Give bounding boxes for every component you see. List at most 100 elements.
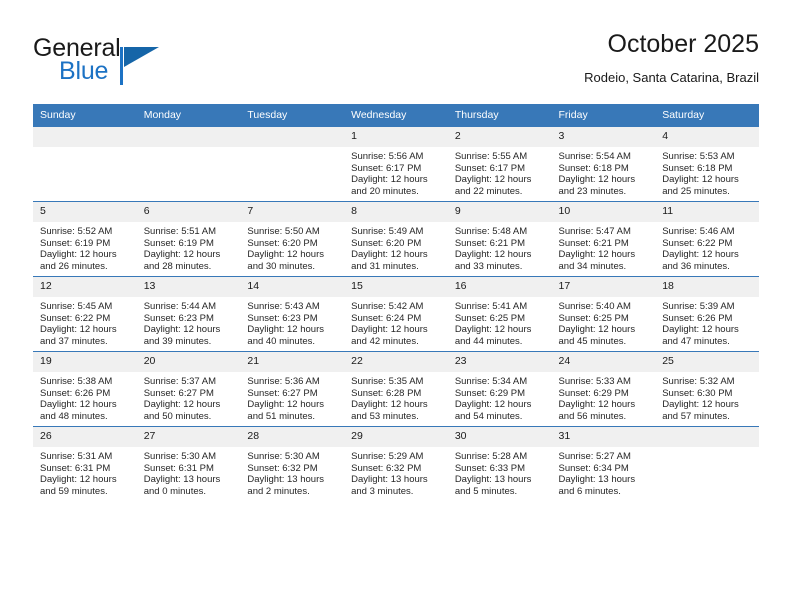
sunset-text: Sunset: 6:25 PM [558,312,629,324]
day-details: Sunrise: 5:47 AM Sunset: 6:21 PM Daylight:… [552,222,656,272]
calendar-day-cell[interactable]: 30 Sunrise: 5:28 AM Sunset: 6:33 PM Dayligh… [447,426,552,501]
sunset-text: Sunset: 6:23 PM [247,312,318,324]
weekday-header-monday: Monday [136,104,241,127]
calendar-day-cell[interactable]: 13 Sunrise: 5:44 AM Sunset: 6:23 PM Dayligh… [136,276,241,352]
calendar-day-cell[interactable]: 6 Sunrise: 5:51 AM Sunset: 6:19 PM Daylight… [136,201,241,277]
calendar-day-cell[interactable]: 7 Sunrise: 5:50 AM Sunset: 6:20 PM Daylight… [240,201,345,277]
daylight-text: Daylight: 13 hours and 0 minutes. [143,474,221,497]
day-number: 29 [344,427,448,447]
calendar-day-cell[interactable]: 22 Sunrise: 5:35 AM Sunset: 6:28 PM Dayligh… [344,351,448,427]
logo-word-blue: Blue [59,57,109,85]
sunrise-text: Sunrise: 5:45 AM [40,301,113,312]
calendar-day-cell[interactable]: 16 Sunrise: 5:41 AM Sunset: 6:25 PM Dayligh… [447,276,552,352]
day-details: Sunrise: 5:54 AM Sunset: 6:18 PM Daylight:… [552,147,656,197]
calendar-day-cell[interactable]: 26 Sunrise: 5:31 AM Sunset: 6:31 PM Dayligh… [33,426,137,501]
sunset-text: Sunset: 6:24 PM [351,312,422,324]
sunset-text: Sunset: 6:21 PM [454,237,526,249]
calendar-day-cell[interactable]: 25 Sunrise: 5:32 AM Sunset: 6:30 PM Dayligh… [655,351,759,427]
day-details: Sunrise: 5:30 AM Sunset: 6:32 PM Daylight:… [240,447,344,497]
sunrise-text: Sunrise: 5:48 AM [454,226,528,237]
sunset-text: Sunset: 6:26 PM [662,312,733,324]
calendar-day-cell[interactable]: 5 Sunrise: 5:52 AM Sunset: 6:19 PM Daylight… [33,201,137,277]
day-number: 7 [240,202,345,222]
calendar-day-cell[interactable]: 27 Sunrise: 5:30 AM Sunset: 6:31 PM Dayligh… [136,426,241,501]
sunrise-text: Sunrise: 5:39 AM [662,301,735,312]
sunset-text: Sunset: 6:19 PM [143,237,214,249]
sunset-text: Sunset: 6:18 PM [662,162,733,174]
calendar-day-cell-empty [33,126,137,202]
sunset-text: Sunset: 6:27 PM [143,387,214,399]
calendar-day-cell[interactable]: 9 Sunrise: 5:48 AM Sunset: 6:21 PM Daylight… [447,201,552,277]
sunset-text: Sunset: 6:20 PM [351,237,422,249]
sunset-text: Sunset: 6:33 PM [454,462,526,474]
general-blue-logo[interactable]: General Blue [33,34,263,90]
sunrise-text: Sunrise: 5:54 AM [558,151,631,162]
sunrise-text: Sunrise: 5:49 AM [351,226,424,237]
calendar-day-cell[interactable]: 1 Sunrise: 5:56 AM Sunset: 6:17 PM Daylight… [344,126,448,202]
day-number: 14 [240,277,345,297]
day-number: 22 [344,352,448,372]
sunset-text: Sunset: 6:22 PM [662,237,733,249]
daylight-text: Daylight: 12 hours and 23 minutes. [558,174,636,197]
day-number: 8 [344,202,448,222]
daylight-text: Daylight: 13 hours and 5 minutes. [454,474,532,497]
day-details: Sunrise: 5:29 AM Sunset: 6:32 PM Daylight:… [344,447,448,497]
sunrise-text: Sunrise: 5:33 AM [558,376,631,387]
calendar-day-cell[interactable]: 10 Sunrise: 5:47 AM Sunset: 6:21 PM Dayligh… [551,201,656,277]
calendar-day-cell[interactable]: 29 Sunrise: 5:29 AM Sunset: 6:32 PM Dayligh… [344,426,448,501]
daylight-text: Daylight: 12 hours and 54 minutes. [454,399,532,422]
day-details: Sunrise: 5:40 AM Sunset: 6:25 PM Daylight:… [552,297,656,347]
sunrise-text: Sunrise: 5:44 AM [143,301,217,312]
calendar-day-cell[interactable]: 31 Sunrise: 5:27 AM Sunset: 6:34 PM Dayligh… [551,426,656,501]
calendar-day-cell[interactable]: 20 Sunrise: 5:37 AM Sunset: 6:27 PM Dayligh… [136,351,241,427]
calendar-day-cell[interactable]: 24 Sunrise: 5:33 AM Sunset: 6:29 PM Dayligh… [551,351,656,427]
sunset-text: Sunset: 6:31 PM [143,462,214,474]
day-details: Sunrise: 5:45 AM Sunset: 6:22 PM Daylight:… [33,297,137,347]
calendar-day-cell[interactable]: 28 Sunrise: 5:30 AM Sunset: 6:32 PM Dayligh… [240,426,345,501]
sunrise-text: Sunrise: 5:55 AM [454,151,528,162]
calendar-day-cell[interactable]: 3 Sunrise: 5:54 AM Sunset: 6:18 PM Daylight… [551,126,656,202]
calendar-day-cell[interactable]: 15 Sunrise: 5:42 AM Sunset: 6:24 PM Dayligh… [344,276,448,352]
sunset-text: Sunset: 6:18 PM [558,162,629,174]
calendar-week-row: 1 Sunrise: 5:56 AM Sunset: 6:17 PM Daylight… [33,126,759,202]
calendar-body: 1 Sunrise: 5:56 AM Sunset: 6:17 PM Daylight… [33,126,759,501]
daylight-text: Daylight: 12 hours and 28 minutes. [143,249,221,272]
daylight-text: Daylight: 12 hours and 59 minutes. [40,474,117,497]
calendar-day-cell[interactable]: 8 Sunrise: 5:49 AM Sunset: 6:20 PM Daylight… [344,201,448,277]
day-number: 10 [551,202,656,222]
sunset-text: Sunset: 6:22 PM [40,312,111,324]
sunrise-text: Sunrise: 5:37 AM [143,376,217,387]
triangle-flag-icon [124,47,159,67]
sunrise-text: Sunrise: 5:53 AM [662,151,735,162]
day-details: Sunrise: 5:39 AM Sunset: 6:26 PM Daylight:… [655,297,759,347]
calendar-day-cell[interactable]: 17 Sunrise: 5:40 AM Sunset: 6:25 PM Dayligh… [551,276,656,352]
calendar-day-cell[interactable]: 21 Sunrise: 5:36 AM Sunset: 6:27 PM Dayligh… [240,351,345,427]
calendar-day-cell-empty [655,426,759,501]
daylight-text: Daylight: 12 hours and 50 minutes. [143,399,221,422]
sunset-text: Sunset: 6:23 PM [143,312,214,324]
calendar-day-cell[interactable]: 23 Sunrise: 5:34 AM Sunset: 6:29 PM Dayligh… [447,351,552,427]
day-details: Sunrise: 5:51 AM Sunset: 6:19 PM Daylight:… [137,222,241,272]
day-details: Sunrise: 5:53 AM Sunset: 6:18 PM Daylight:… [655,147,759,197]
day-details: Sunrise: 5:38 AM Sunset: 6:26 PM Daylight:… [33,372,137,422]
calendar-day-cell[interactable]: 18 Sunrise: 5:39 AM Sunset: 6:26 PM Dayligh… [655,276,759,352]
calendar-day-cell[interactable]: 11 Sunrise: 5:46 AM Sunset: 6:22 PM Dayligh… [655,201,759,277]
calendar-day-cell[interactable]: 2 Sunrise: 5:55 AM Sunset: 6:17 PM Daylight… [447,126,552,202]
daylight-text: Daylight: 12 hours and 25 minutes. [662,174,739,197]
daylight-text: Daylight: 12 hours and 26 minutes. [40,249,117,272]
day-number [136,127,241,147]
calendar-week-row: 12 Sunrise: 5:45 AM Sunset: 6:22 PM Dayligh… [33,276,759,352]
sunset-text: Sunset: 6:25 PM [454,312,526,324]
sunset-text: Sunset: 6:27 PM [247,387,318,399]
day-number: 19 [33,352,137,372]
calendar-day-cell[interactable]: 4 Sunrise: 5:53 AM Sunset: 6:18 PM Daylight… [655,126,759,202]
daylight-text: Daylight: 12 hours and 37 minutes. [40,324,117,347]
sunset-text: Sunset: 6:17 PM [351,162,422,174]
sunrise-text: Sunrise: 5:29 AM [351,451,424,462]
calendar-day-cell[interactable]: 19 Sunrise: 5:38 AM Sunset: 6:26 PM Dayligh… [33,351,137,427]
calendar-day-cell[interactable]: 14 Sunrise: 5:43 AM Sunset: 6:23 PM Dayligh… [240,276,345,352]
calendar-day-cell[interactable]: 12 Sunrise: 5:45 AM Sunset: 6:22 PM Dayligh… [33,276,137,352]
sunrise-text: Sunrise: 5:31 AM [40,451,113,462]
day-number: 1 [344,127,448,147]
day-number: 21 [240,352,345,372]
